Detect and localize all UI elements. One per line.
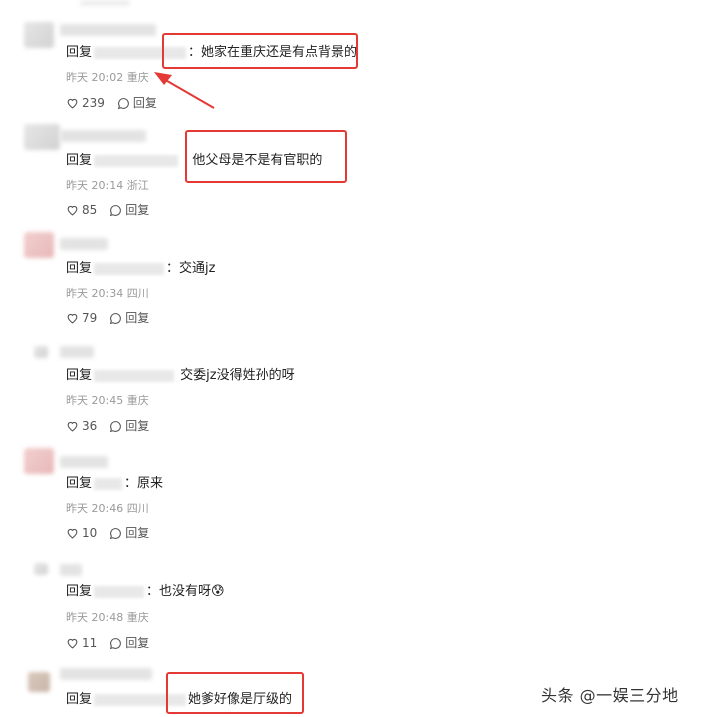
username-redacted[interactable]	[60, 456, 108, 468]
comment-meta: 昨天 20:46 四川	[66, 502, 149, 516]
reply-prefix: 回复	[66, 476, 93, 491]
watermark: 头条 @一娱三分地	[541, 686, 679, 705]
reply-target-redacted[interactable]	[94, 369, 175, 382]
speech-bubble-icon	[117, 97, 129, 109]
previous-comment-fragment	[80, 0, 130, 6]
avatar[interactable]	[34, 346, 48, 358]
highlight-box	[162, 33, 358, 69]
red-arrow-icon	[154, 72, 215, 109]
speech-bubble-icon	[110, 527, 122, 539]
like-button[interactable]: 85	[66, 203, 97, 217]
like-count: 10	[82, 526, 98, 540]
reply-prefix: 回复	[66, 45, 93, 60]
reply-target-redacted[interactable]	[94, 477, 123, 490]
reply-target-redacted[interactable]	[94, 585, 145, 598]
heart-outline-icon	[67, 421, 78, 432]
heart-outline-icon	[67, 528, 78, 539]
like-count: 85	[82, 203, 98, 217]
reply-text: 回复 ：也没有呀😰	[66, 583, 225, 601]
comment-meta: 昨天 20:34 四川	[66, 287, 149, 301]
reply-text: 回复 ：交通jz	[66, 260, 215, 278]
comment-actions: 11 回复	[66, 636, 149, 650]
like-count: 36	[82, 419, 98, 433]
speech-bubble-icon	[110, 204, 122, 216]
like-button[interactable]: 79	[66, 311, 97, 325]
reply-label: 回复	[125, 311, 150, 325]
reply-text: 回复 ：原来	[66, 475, 163, 493]
highlight-box	[185, 130, 347, 183]
comment-location: 四川	[126, 287, 149, 300]
avatar[interactable]	[24, 22, 54, 48]
reply-label: 回复	[125, 419, 150, 433]
comment-body: ：也没有呀	[146, 584, 212, 599]
reply-prefix: 回复	[66, 153, 93, 168]
comment-actions: 10 回复	[66, 526, 149, 540]
speech-bubble-icon	[110, 637, 122, 649]
username-redacted[interactable]	[60, 130, 146, 142]
comment-time: 昨天 20:46	[66, 502, 124, 515]
avatar[interactable]	[34, 563, 48, 575]
heart-outline-icon	[67, 205, 78, 216]
like-count: 11	[82, 636, 98, 650]
like-button[interactable]: 239	[66, 96, 105, 110]
reply-label: 回复	[125, 526, 150, 540]
comment-location: 四川	[126, 502, 149, 515]
comment-location: 重庆	[126, 394, 149, 407]
highlight-box	[166, 672, 304, 714]
like-button[interactable]: 10	[66, 526, 97, 540]
comment-meta: 昨天 20:45 重庆	[66, 394, 149, 408]
reply-button[interactable]: 回复	[109, 419, 149, 433]
like-count: 239	[82, 96, 105, 110]
comment-meta: 昨天 20:14 浙江	[66, 179, 149, 193]
comment-meta: 昨天 20:02 重庆	[66, 71, 149, 85]
comment-location: 重庆	[126, 611, 149, 624]
avatar[interactable]	[24, 232, 54, 258]
heart-outline-icon	[67, 638, 78, 649]
username-redacted[interactable]	[60, 24, 156, 36]
heart-outline-icon	[67, 98, 78, 109]
reply-button[interactable]: 回复	[109, 311, 149, 325]
comment-time: 昨天 20:48	[66, 611, 124, 624]
username-redacted[interactable]	[60, 668, 152, 680]
avatar[interactable]	[24, 124, 60, 150]
reply-prefix: 回复	[66, 692, 93, 707]
reply-label: 回复	[125, 636, 150, 650]
comment-body: ：交通jz	[166, 261, 216, 276]
comment-time: 昨天 20:45	[66, 394, 124, 407]
like-button[interactable]: 11	[66, 636, 97, 650]
like-button[interactable]: 36	[66, 419, 97, 433]
reply-label: 回复	[125, 203, 150, 217]
comment-body: 交委jz没得姓孙的呀	[180, 368, 295, 383]
comment-actions: 36 回复	[66, 419, 149, 433]
username-redacted[interactable]	[60, 346, 94, 358]
username-redacted[interactable]	[60, 238, 108, 250]
avatar[interactable]	[28, 672, 50, 692]
reply-button[interactable]: 回复	[109, 636, 149, 650]
heart-outline-icon	[67, 313, 78, 324]
comment-actions: 85 回复	[66, 203, 149, 217]
speech-bubble-icon	[110, 420, 122, 432]
comment-time: 昨天 20:14	[66, 179, 124, 192]
reply-prefix: 回复	[66, 261, 93, 276]
avatar[interactable]	[24, 448, 54, 474]
reply-target-redacted[interactable]	[94, 262, 165, 275]
reply-button[interactable]: 回复	[109, 203, 149, 217]
comment-meta: 昨天 20:48 重庆	[66, 611, 149, 625]
reply-prefix: 回复	[66, 368, 93, 383]
like-count: 79	[82, 311, 98, 325]
comment-time: 昨天 20:02	[66, 71, 124, 84]
reply-prefix: 回复	[66, 584, 93, 599]
comment-location: 浙江	[126, 179, 149, 192]
speech-bubble-icon	[110, 312, 122, 324]
reply-target-redacted[interactable]	[94, 154, 179, 167]
comment-location: 重庆	[126, 71, 149, 84]
comment-actions: 79 回复	[66, 311, 149, 325]
comment-actions: 239 回复	[66, 96, 157, 110]
comment-body: ：原来	[124, 476, 164, 491]
emoji-sticker: 😰	[211, 584, 225, 599]
reply-button[interactable]: 回复	[109, 526, 149, 540]
reply-text: 回复 交委jz没得姓孙的呀	[66, 367, 295, 385]
comment-time: 昨天 20:34	[66, 287, 124, 300]
username-redacted[interactable]	[60, 564, 82, 576]
